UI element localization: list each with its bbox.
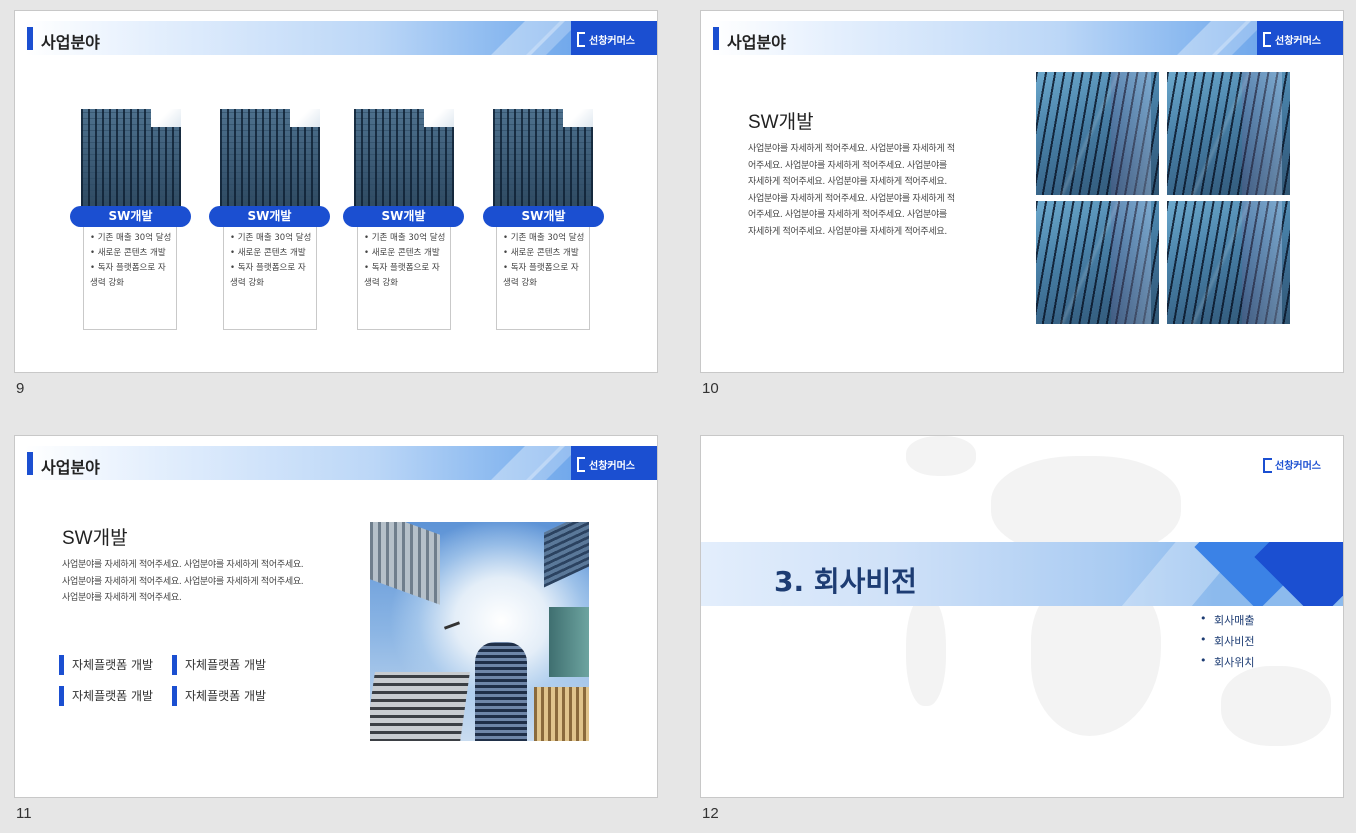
card-item: • 기존 매출 30억 달성	[364, 233, 446, 243]
airplane-icon	[443, 621, 461, 630]
logo-mark-icon	[1263, 32, 1271, 47]
card-item: • 독자 플랫폼으로 자생력 강화	[230, 263, 306, 288]
logo-text: 선창커머스	[1275, 36, 1321, 47]
section-heading: SW개발	[748, 112, 814, 133]
logo-mark-icon	[577, 457, 585, 472]
card-label-pill: SW개발	[483, 206, 604, 227]
section-title: 3. 회사비전	[774, 565, 917, 598]
card-label-pill: SW개발	[343, 206, 464, 227]
world-map-shape	[991, 456, 1181, 556]
feature-label: 자체플랫폼 개발	[172, 686, 266, 706]
logo-text: 선창커머스	[589, 461, 635, 472]
company-logo: 선창커머스	[571, 21, 657, 55]
feature-label: 자체플랫폼 개발	[59, 655, 153, 675]
card-item: • 새로운 콘텐츠 개발	[90, 248, 166, 258]
slide-thumbnail-11[interactable]: 사업분야 선창커머스 SW개발 사업분야를 자세하게 적어주세요. 사업분야를 …	[14, 435, 658, 798]
logo-mark-icon	[1263, 458, 1272, 473]
logo-mark-icon	[577, 32, 585, 47]
card-text-box: • 기존 매출 30억 달성 • 새로운 콘텐츠 개발 • 독자 플랫폼으로 자…	[223, 226, 317, 330]
slide-header: 사업분야 선창커머스	[711, 21, 1343, 55]
card-item: • 새로운 콘텐츠 개발	[364, 248, 440, 258]
slide-number: 12	[702, 805, 719, 822]
header-accent-bar	[27, 27, 33, 50]
company-logo: 선창커머스	[1257, 21, 1343, 55]
card-label-pill: SW개발	[70, 206, 191, 227]
logo-text: 선창커머스	[1275, 461, 1321, 472]
world-map-shape	[1221, 666, 1331, 746]
slide-header: 사업분야 선창커머스	[25, 446, 657, 480]
card-label-pill: SW개발	[209, 206, 330, 227]
building-tile-photo	[1167, 72, 1290, 195]
building-tile-photo	[1167, 201, 1290, 324]
logo-text: 선창커머스	[589, 36, 635, 47]
card-item: • 독자 플랫폼으로 자생력 강화	[364, 263, 440, 288]
card-text-box: • 기존 매출 30억 달성 • 새로운 콘텐츠 개발 • 독자 플랫폼으로 자…	[496, 226, 590, 330]
card-text-box: • 기존 매출 30억 달성 • 새로운 콘텐츠 개발 • 독자 플랫폼으로 자…	[357, 226, 451, 330]
header-title: 사업분야	[727, 33, 786, 52]
world-map-shape	[906, 596, 946, 706]
header-accent-bar	[27, 452, 33, 475]
feature-label: 자체플랫폼 개발	[172, 655, 266, 675]
building-tile-photo	[1036, 72, 1159, 195]
slide-thumbnail-10[interactable]: 사업분야 선창커머스 SW개발 사업분야를 자세하게 적어주세요. 사업분야를 …	[700, 10, 1344, 373]
slide-number: 9	[16, 380, 25, 397]
header-accent-bar	[713, 27, 719, 50]
building-photo	[493, 109, 593, 209]
agenda-item: 회사매출	[1200, 612, 1255, 628]
section-heading: SW개발	[62, 528, 128, 549]
header-title: 사업분야	[41, 33, 100, 52]
agenda-item: 회사비전	[1200, 633, 1255, 649]
building-tile-photo	[1036, 201, 1159, 324]
slide-thumbnail-12[interactable]: 선창커머스 3. 회사비전 회사매출 회사비전 회사위치	[700, 435, 1344, 798]
card-item: • 기존 매출 30억 달성	[503, 233, 585, 243]
header-title: 사업분야	[41, 458, 100, 477]
section-paragraph: 사업분야를 자세하게 적어주세요. 사업분야를 자세하게 적어주세요. 사업분야…	[62, 560, 304, 603]
card-item: • 독자 플랫폼으로 자생력 강화	[503, 263, 579, 288]
card-item: • 기존 매출 30억 달성	[230, 233, 312, 243]
card-item: • 기존 매출 30억 달성	[90, 233, 172, 243]
agenda-item: 회사위치	[1200, 654, 1255, 670]
building-photo	[220, 109, 320, 209]
slide-header: 사업분야 선창커머스	[25, 21, 657, 55]
section-paragraph: 사업분야를 자세하게 적어주세요. 사업분야를 자세하게 적 어주세요. 사업분…	[748, 144, 955, 237]
slide-number: 10	[702, 380, 719, 397]
card-text-box: • 기존 매출 30억 달성 • 새로운 콘텐츠 개발 • 독자 플랫폼으로 자…	[83, 226, 177, 330]
card-item: • 독자 플랫폼으로 자생력 강화	[90, 263, 166, 288]
slide-number: 11	[16, 805, 32, 822]
world-map-shape	[906, 436, 976, 476]
company-logo: 선창커머스	[571, 446, 657, 480]
slide-thumbnail-9[interactable]: 사업분야 선창커머스 • 기존 매출 30억 달성 • 새로운 콘텐츠 개발 •…	[14, 10, 658, 373]
card-item: • 새로운 콘텐츠 개발	[503, 248, 579, 258]
building-photo	[81, 109, 181, 209]
card-item: • 새로운 콘텐츠 개발	[230, 248, 306, 258]
title-band: 3. 회사비전	[701, 542, 1343, 606]
skyscraper-sky-photo	[370, 522, 589, 741]
building-photo	[354, 109, 454, 209]
feature-label: 자체플랫폼 개발	[59, 686, 153, 706]
